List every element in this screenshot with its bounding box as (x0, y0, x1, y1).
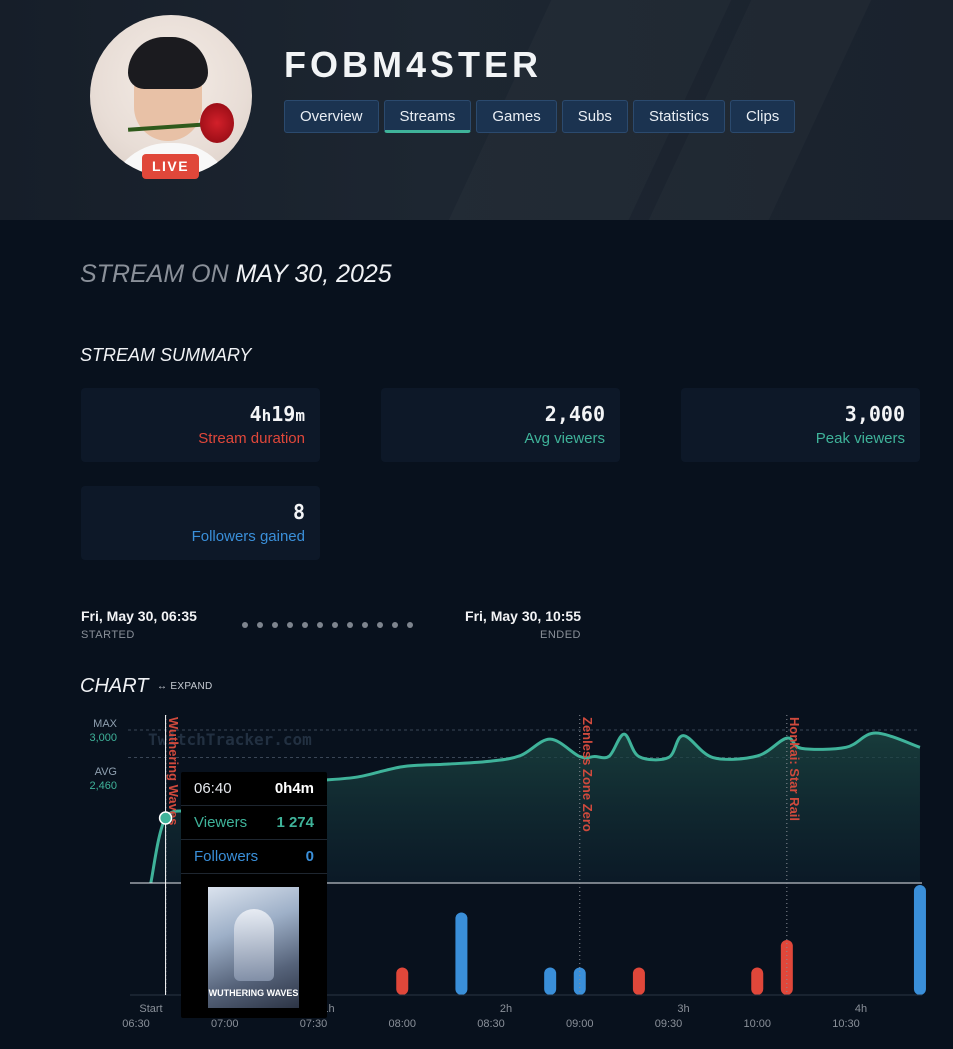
stat-card-duration: 4h19m Stream duration (81, 388, 320, 462)
x-time-label: 10:30 (832, 1018, 860, 1030)
live-badge: LIVE (142, 154, 199, 179)
game-change-label: Honkai: Star Rail (787, 717, 802, 821)
tab-streams[interactable]: Streams (383, 100, 472, 133)
avg-value: 2,460 (89, 780, 117, 792)
duration-hours: 4 (249, 402, 262, 426)
timeline-dots (242, 622, 413, 628)
x-time-label: 06:30 (122, 1018, 150, 1030)
x-tick-label: 2h (500, 1003, 512, 1015)
x-time-label: 08:30 (477, 1018, 505, 1030)
avg-label: AVG (95, 766, 117, 778)
follower-bar (751, 967, 764, 995)
stat-value: 8 (292, 500, 305, 524)
end-label: ENDED (539, 629, 581, 641)
game-cover-figure (234, 909, 274, 981)
max-value: 3,000 (89, 732, 117, 744)
stat-card-avg-viewers: 2,460 Avg viewers (381, 388, 620, 462)
dot (272, 622, 278, 628)
avatar-hair (128, 37, 208, 89)
chart-title: CHART (80, 675, 149, 697)
game-change-label: Wuthering Waves (166, 717, 181, 825)
dot (332, 622, 338, 628)
tooltip-followers-label: Followers (194, 848, 259, 865)
tooltip-followers-value: 0 (305, 848, 314, 865)
avatar[interactable] (90, 15, 252, 177)
follower-bar (544, 967, 557, 995)
dot (287, 622, 293, 628)
summary-title: STREAM SUMMARY (80, 345, 252, 365)
x-tick-label: Start (139, 1003, 162, 1015)
stat-value: 2,460 (544, 402, 605, 426)
x-tick-label: 4h (855, 1003, 867, 1015)
tooltip-elapsed: 0h4m (274, 780, 314, 797)
x-time-label: 09:30 (655, 1018, 683, 1030)
dot (392, 622, 398, 628)
x-time-label: 07:30 (300, 1018, 328, 1030)
dot (302, 622, 308, 628)
game-cover-title: WUTHERING WAVES (208, 988, 299, 998)
tooltip-viewers-label: Viewers (194, 814, 248, 831)
game-cover-image: WUTHERING WAVES (208, 887, 299, 1008)
dot (407, 622, 413, 628)
stat-card-peak-viewers: 3,000 Peak viewers (681, 388, 920, 462)
tab-statistics[interactable]: Statistics (632, 100, 725, 133)
tab-subs[interactable]: Subs (561, 100, 628, 133)
duration-minutes-unit: m (295, 406, 305, 425)
x-time-label: 09:00 (566, 1018, 594, 1030)
dot (362, 622, 368, 628)
follower-bar (913, 885, 926, 995)
channel-tabs: Overview Streams Games Subs Statistics C… (284, 100, 796, 133)
page-title: STREAM ON MAY 30, 2025 (80, 260, 392, 289)
follower-bar (455, 912, 468, 995)
chart-tooltip: 06:40 0h4m Viewers 1 274 Followers 0 WUT… (181, 772, 327, 1018)
channel-name: FOBM4STER (284, 44, 543, 85)
max-label: MAX (93, 718, 118, 730)
start-label: STARTED (81, 629, 135, 641)
tooltip-time: 06:40 (194, 780, 232, 797)
tooltip-time-row: 06:40 0h4m (181, 772, 327, 806)
duration-minutes: 19 (271, 402, 296, 426)
start-time: Fri, May 30, 06:35 (81, 608, 197, 624)
page-title-prefix: STREAM ON (80, 260, 229, 288)
stream-start: Fri, May 30, 06:35 STARTED (81, 608, 197, 641)
x-time-label: 08:00 (388, 1018, 416, 1030)
tooltip-viewers-row: Viewers 1 274 (181, 806, 327, 840)
dot (257, 622, 263, 628)
x-time-label: 10:00 (743, 1018, 771, 1030)
follower-bar (396, 967, 409, 995)
tab-clips[interactable]: Clips (729, 100, 796, 133)
follower-bar (632, 967, 645, 995)
stat-card-followers: 8 Followers gained (81, 486, 320, 560)
stat-label: Avg viewers (524, 430, 605, 447)
duration-hours-unit: h (261, 406, 272, 425)
x-tick-label: 3h (677, 1003, 689, 1015)
end-time: Fri, May 30, 10:55 (465, 608, 581, 624)
tab-overview[interactable]: Overview (284, 100, 379, 133)
channel-header: LIVE FOBM4STER Overview Streams Games Su… (0, 0, 953, 220)
expand-button[interactable]: ↔ EXPAND (157, 681, 213, 692)
game-change-label: Zenless Zone Zero (580, 717, 595, 832)
cursor-point (158, 811, 173, 825)
page-title-date: MAY 30, 2025 (235, 260, 392, 288)
avatar-rose (200, 103, 234, 143)
tab-games[interactable]: Games (476, 100, 557, 133)
viewers-chart[interactable]: TwitchTracker.comMAX3,000AVG2,460 Wutheri… (0, 700, 953, 1049)
stream-end: Fri, May 30, 10:55 ENDED (461, 608, 581, 641)
stat-label: Peak viewers (815, 430, 905, 447)
dot (347, 622, 353, 628)
stat-value: 4h19m (81, 402, 305, 426)
x-time-label: 07:00 (211, 1018, 239, 1030)
tooltip-followers-row: Followers 0 (181, 840, 327, 874)
dot (242, 622, 248, 628)
stat-value: 3,000 (844, 402, 905, 426)
stat-label: Followers gained (191, 528, 305, 545)
tooltip-viewers-value: 1 274 (276, 814, 314, 831)
dot (317, 622, 323, 628)
stat-label: Stream duration (198, 430, 305, 447)
dot (377, 622, 383, 628)
